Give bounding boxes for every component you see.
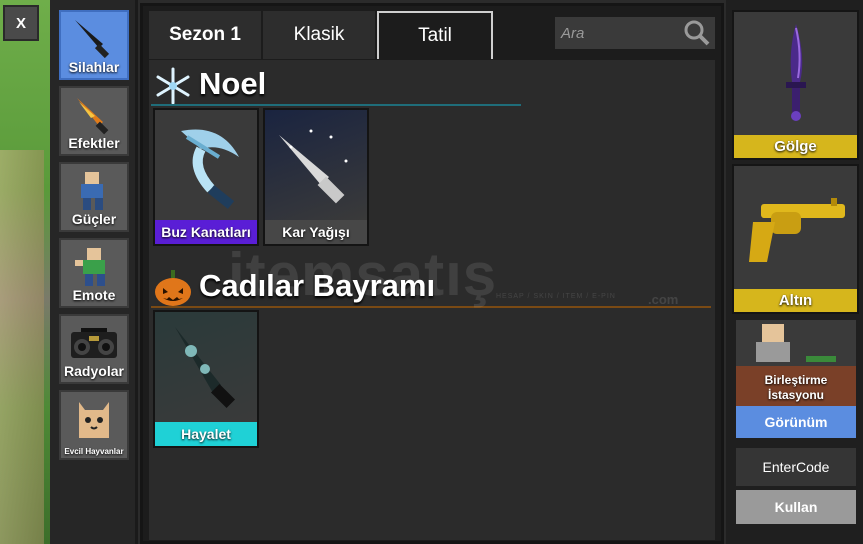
fire-knife-icon: [61, 92, 127, 136]
gold-revolver-icon: [734, 166, 857, 288]
running-avatar-icon: [61, 168, 127, 212]
game-world-object: [0, 150, 44, 544]
snowfall-knife-icon: [265, 110, 367, 220]
sidebar-item-emotes[interactable]: Emote: [59, 238, 129, 308]
section-divider: [151, 306, 711, 308]
knife-icon: [61, 16, 127, 60]
crafting-station-panel[interactable]: Birleştirme İstasyonu: [736, 320, 856, 406]
sidebar-item-label: Silahlar: [68, 59, 120, 75]
sidebar-item-weapons[interactable]: Silahlar: [59, 10, 129, 80]
equipped-gun-slot[interactable]: Altın: [732, 164, 859, 314]
item-name: Buz Kanatları: [155, 220, 257, 244]
item-card[interactable]: Buz Kanatları: [153, 108, 259, 246]
equipped-sidebar: Gölge Altın Birleştirme İstasyonu Görünü…: [726, 0, 863, 544]
section-title-halloween: Cadılar Bayramı: [199, 268, 436, 303]
shadow-knife-icon: [734, 12, 857, 134]
close-button[interactable]: X: [3, 5, 39, 41]
tab-classic[interactable]: Klasik: [263, 11, 375, 59]
equipped-name: Gölge: [734, 135, 857, 158]
sidebar-item-radios[interactable]: Radyolar: [59, 314, 129, 384]
sidebar-item-pets[interactable]: Evcil Hayvanlar: [59, 390, 129, 460]
sidebar-item-label: Güçler: [71, 211, 117, 227]
section-divider: [151, 104, 521, 106]
ice-wing-knife-icon: [155, 110, 257, 220]
crafting-station-label: Birleştirme İstasyonu: [764, 373, 828, 402]
ghost-knife-icon: [155, 312, 257, 422]
item-card[interactable]: Hayalet: [153, 310, 259, 448]
search-input[interactable]: Ara: [555, 17, 715, 49]
catalog-content: Noel Buz Kanatları Kar Yağışı Cadılar Ba…: [149, 60, 715, 540]
dancing-avatar-icon: [61, 244, 127, 288]
sidebar-item-label: Efektler: [68, 135, 120, 151]
sidebar-item-label: Evcil Hayvanlar: [64, 447, 124, 456]
sidebar-item-label: Radyolar: [64, 363, 124, 379]
equipped-name: Altın: [734, 289, 857, 312]
sidebar-item-powers[interactable]: Güçler: [59, 162, 129, 232]
view-button[interactable]: Görünüm: [736, 406, 856, 438]
redeem-button[interactable]: Kullan: [736, 490, 856, 524]
sidebar-item-effects[interactable]: Efektler: [59, 86, 129, 156]
tab-holiday[interactable]: Tatil: [377, 11, 493, 59]
item-catalog-panel: Sezon 1 Klasik Tatil Ara Noel Buz Kanatl…: [140, 3, 724, 544]
pet-cat-icon: [61, 396, 127, 440]
equipped-knife-slot[interactable]: Gölge: [732, 10, 859, 160]
item-name: Hayalet: [155, 422, 257, 446]
category-sidebar: Silahlar Efektler Güçler Emote Radyolar …: [50, 0, 138, 544]
item-name: Kar Yağışı: [265, 220, 367, 244]
search-placeholder: Ara: [561, 25, 585, 42]
item-card[interactable]: Kar Yağışı: [263, 108, 369, 246]
sidebar-item-label: Emote: [72, 287, 116, 303]
tab-season-1[interactable]: Sezon 1: [149, 11, 261, 59]
section-title-christmas: Noel: [199, 66, 267, 101]
code-input[interactable]: EnterCode: [736, 448, 856, 486]
search-icon[interactable]: [683, 19, 711, 52]
boombox-icon: [61, 320, 127, 364]
